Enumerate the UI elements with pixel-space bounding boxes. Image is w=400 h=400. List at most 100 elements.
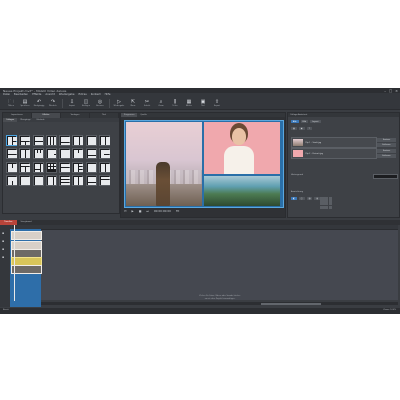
- toolbar-undo-button[interactable]: ↶ Rückgängig: [32, 99, 46, 107]
- timeline-scrollbar[interactable]: [41, 302, 398, 305]
- toolbar-burn-button[interactable]: ◎ Brennen: [93, 99, 107, 107]
- collage-slot-coast-photo[interactable]: [204, 176, 280, 206]
- collage-template-tile[interactable]: [19, 161, 31, 173]
- collage-template-tile[interactable]: [32, 174, 44, 186]
- toolbar-insert-button[interactable]: ◫ Einfügen: [79, 99, 93, 107]
- playhead[interactable]: [14, 225, 15, 301]
- align-center-icon[interactable]: ◫: [298, 197, 305, 200]
- tab-source[interactable]: Quelle: [137, 113, 149, 117]
- skip-forward-icon[interactable]: ⏭: [146, 209, 149, 213]
- collage-template-tile[interactable]: [59, 148, 71, 160]
- mode-image-button[interactable]: Bild: [300, 120, 309, 123]
- collage-template-tile[interactable]: [72, 135, 84, 146]
- timeline-clip[interactable]: [11, 231, 42, 240]
- collage-template-tile[interactable]: [19, 174, 31, 186]
- subtab-collages[interactable]: Collagen: [3, 118, 18, 122]
- position-cell[interactable]: [324, 197, 328, 201]
- lock-icon[interactable]: ▪: [2, 231, 4, 235]
- toolbar-save-button[interactable]: ▤ Speichern: [18, 99, 32, 107]
- replace-clip-button[interactable]: Ersetzen: [377, 138, 396, 142]
- collage-template-tile[interactable]: [99, 135, 111, 146]
- collage-template-tile[interactable]: [59, 161, 71, 173]
- toolbar-title-button[interactable]: ▣ Titel: [196, 99, 210, 107]
- collage-template-tile[interactable]: [85, 135, 97, 146]
- collage-clip-entry[interactable]: Clip 1 – Stadt.jpg: [291, 137, 377, 148]
- position-cell[interactable]: [328, 197, 333, 201]
- toolbar-play-button[interactable]: ▷ Wiedergabe: [112, 99, 126, 107]
- grid-icon[interactable]: ▦: [291, 127, 297, 130]
- collage-template-tile[interactable]: [19, 135, 31, 146]
- position-cell[interactable]: [324, 205, 328, 210]
- minimize-icon[interactable]: –: [384, 89, 386, 93]
- fit-selector[interactable]: Fit: [176, 209, 179, 213]
- collage-template-tile[interactable]: [6, 161, 17, 173]
- play-icon[interactable]: ▶: [132, 209, 134, 213]
- collage-template-tile[interactable]: [19, 148, 31, 160]
- collage-template-tile[interactable]: [6, 148, 17, 160]
- timeline-clip[interactable]: [11, 265, 42, 274]
- subtab-filmlook[interactable]: Filmlook: [34, 118, 48, 122]
- scrollbar-thumb[interactable]: [261, 302, 321, 305]
- skip-back-icon[interactable]: ⏮: [124, 209, 127, 213]
- collage-clip-entry[interactable]: Clip 2 – Portrait.jpg: [291, 148, 377, 159]
- collage-template-tile[interactable]: [85, 148, 97, 160]
- collage-template-tile[interactable]: [99, 161, 111, 173]
- collage-template-tile[interactable]: [45, 161, 57, 173]
- lock-icon[interactable]: ▪: [2, 255, 4, 259]
- tab-program[interactable]: Programm: [121, 113, 138, 117]
- collage-template-tile[interactable]: [6, 174, 17, 186]
- collage-template-tile[interactable]: [45, 174, 57, 186]
- collage-slot-portrait-photo[interactable]: [204, 122, 280, 174]
- toolbar-split-button[interactable]: ⫼ Teilen: [168, 99, 182, 107]
- tab-titles[interactable]: Titel: [90, 113, 119, 118]
- collage-template-tile[interactable]: [85, 174, 97, 186]
- position-cell[interactable]: [324, 201, 328, 205]
- align-right-icon[interactable]: ◨: [306, 197, 313, 200]
- collage-template-tile[interactable]: [85, 161, 97, 173]
- close-icon[interactable]: ×: [395, 89, 398, 93]
- collage-template-tile[interactable]: [6, 135, 17, 146]
- position-cell[interactable]: [320, 205, 324, 210]
- mode-all-button[interactable]: Alle: [291, 120, 299, 123]
- toolbar-cursor-button[interactable]: ⇱ Maus: [126, 99, 140, 107]
- collage-template-tile[interactable]: [32, 161, 44, 173]
- align-left-icon[interactable]: ◧: [291, 197, 297, 200]
- toolbar-import-button[interactable]: ⇩ Import: [65, 99, 79, 107]
- collage-template-tile[interactable]: [45, 148, 57, 160]
- collage-slot-city-photo[interactable]: [126, 122, 202, 206]
- subtab-transitions[interactable]: Übergänge: [17, 118, 33, 122]
- toolbar-zoom-button[interactable]: ⌕ Zoom: [154, 99, 168, 107]
- tab-templates[interactable]: Vorlagen: [61, 113, 90, 118]
- collage-template-tile[interactable]: [59, 174, 71, 186]
- collage-template-tile[interactable]: [99, 148, 111, 160]
- collage-template-tile[interactable]: [99, 174, 111, 186]
- timeline-track-area[interactable]: [12, 230, 398, 300]
- collage-template-tile[interactable]: [32, 148, 44, 160]
- collage-template-tile[interactable]: [72, 174, 84, 186]
- position-cell[interactable]: [328, 201, 333, 205]
- background-color-field[interactable]: [373, 174, 398, 179]
- collage-template-tile[interactable]: [45, 135, 57, 146]
- replace-clip-button[interactable]: Ersetzen: [377, 149, 396, 153]
- mode-layout-button[interactable]: Layout: [310, 120, 321, 123]
- collage-template-tile[interactable]: [32, 135, 44, 146]
- position-cell[interactable]: [328, 205, 333, 210]
- collage-template-tile[interactable]: [72, 161, 84, 173]
- position-cell[interactable]: [320, 197, 324, 201]
- collage-template-tile[interactable]: [59, 135, 71, 146]
- lock-icon[interactable]: ▪: [2, 239, 4, 243]
- remove-clip-button[interactable]: Entfernen: [377, 143, 396, 147]
- toolbar-effects-button[interactable]: ▦ Effekte: [182, 99, 196, 107]
- remove-clip-button[interactable]: Entfernen: [377, 154, 396, 158]
- image-icon[interactable]: ▣: [298, 127, 305, 130]
- collage-template-tile[interactable]: [72, 148, 84, 160]
- text-icon[interactable]: T: [306, 127, 312, 130]
- maximize-icon[interactable]: □: [389, 89, 392, 93]
- preview-screen[interactable]: [124, 120, 284, 208]
- toolbar-open-button[interactable]: 🗀 Öffnen: [4, 99, 18, 107]
- lock-icon[interactable]: ▪: [2, 247, 4, 251]
- toolbar-redo-button[interactable]: ↷ Wiederh.: [46, 99, 60, 107]
- toolbar-cut-button[interactable]: ✂ Schnitt: [140, 99, 154, 107]
- toolbar-export-button[interactable]: ⇪ Export: [210, 99, 224, 107]
- stop-icon[interactable]: ■: [139, 209, 142, 213]
